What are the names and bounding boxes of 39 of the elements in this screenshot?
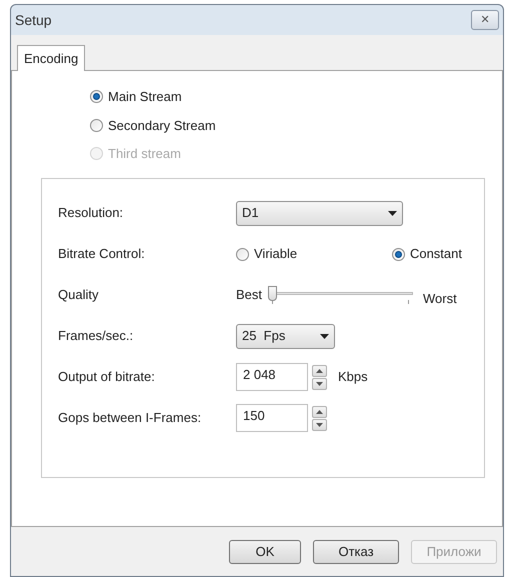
radio-label: Secondary Stream bbox=[108, 116, 216, 135]
radio-label: Constant bbox=[410, 245, 462, 264]
spin-down-button[interactable] bbox=[312, 378, 327, 390]
dialog-button[interactable]: OK bbox=[229, 540, 301, 564]
setting-label: Gops between I-Frames: bbox=[58, 409, 202, 428]
caret-icon bbox=[320, 334, 329, 338]
number-field[interactable]: 2 048 bbox=[236, 363, 308, 391]
dropdown[interactable]: D1 bbox=[236, 200, 403, 226]
close-button[interactable]: ✕ bbox=[471, 10, 499, 30]
quality-slider[interactable] bbox=[268, 285, 414, 305]
up-arrow-icon bbox=[316, 368, 323, 372]
radio-label: Third stream bbox=[108, 145, 181, 163]
slider-thumb[interactable] bbox=[268, 286, 278, 301]
radio-label: Viriable bbox=[254, 245, 298, 264]
dialog-button[interactable]: Отказ bbox=[313, 540, 399, 564]
slider-min-label: Best bbox=[236, 286, 262, 304]
down-arrow-icon bbox=[316, 382, 323, 386]
spin-up-button[interactable] bbox=[312, 364, 327, 376]
slider-max-label: Worst bbox=[423, 290, 457, 308]
caret-icon bbox=[388, 210, 397, 216]
setting-label: Frames/sec.: bbox=[58, 327, 134, 346]
unit-label: Kbps bbox=[338, 368, 368, 386]
setting-label: Resolution: bbox=[58, 204, 124, 222]
window-title: Setup bbox=[15, 10, 52, 30]
number-field[interactable]: 150 bbox=[236, 404, 308, 432]
dropdown[interactable]: 25 Fps bbox=[236, 324, 335, 348]
radio-label: Main Stream bbox=[108, 88, 182, 106]
setting-label: Output of bitrate: bbox=[58, 368, 156, 386]
radio-button[interactable] bbox=[392, 248, 405, 260]
setting-label: Bitrate Control: bbox=[58, 245, 146, 264]
setting-label: Quality bbox=[58, 286, 100, 304]
radio-button[interactable] bbox=[90, 118, 103, 132]
down-arrow-icon bbox=[316, 422, 323, 426]
radio-button[interactable] bbox=[90, 90, 103, 104]
radio-button[interactable] bbox=[236, 248, 249, 260]
tab[interactable]: Encoding bbox=[17, 45, 86, 71]
spin-up-button[interactable] bbox=[312, 406, 327, 418]
up-arrow-icon bbox=[316, 410, 323, 414]
spin-down-button[interactable] bbox=[312, 418, 327, 430]
